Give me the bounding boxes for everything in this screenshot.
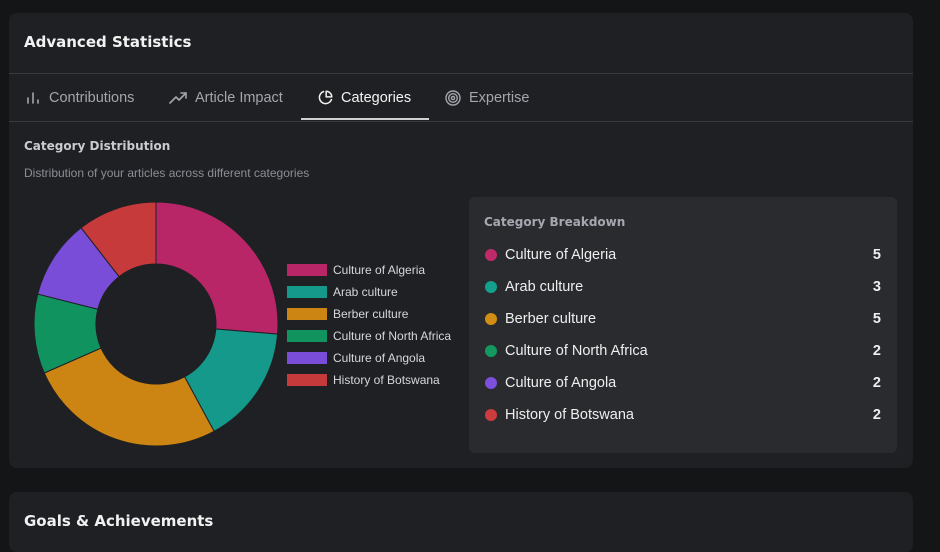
target-icon xyxy=(445,89,461,106)
breakdown-count: 5 xyxy=(872,247,881,263)
color-dot xyxy=(485,249,497,261)
breakdown-label: Culture of North Africa xyxy=(505,343,648,359)
breakdown-label: Arab culture xyxy=(505,279,584,295)
tab-label: Expertise xyxy=(469,89,530,106)
legend-item[interactable]: Culture of North Africa xyxy=(287,329,451,343)
donut-chart-svg: Culture of Algeria Arab culture Berber cul… xyxy=(33,201,451,447)
tab-contributions[interactable]: Contributions xyxy=(25,74,134,121)
tab-categories[interactable]: Categories xyxy=(317,74,411,121)
color-dot xyxy=(485,313,497,325)
active-tab-indicator xyxy=(301,118,429,120)
color-dot xyxy=(485,409,497,421)
breakdown-row: Culture of Algeria 5 xyxy=(485,245,881,265)
advanced-statistics-card: Advanced Statistics Contributions Articl… xyxy=(9,13,913,468)
stats-tabs: Contributions Article Impact Categories … xyxy=(9,73,913,122)
breakdown-title: Category Breakdown xyxy=(484,215,626,229)
legend-swatch xyxy=(287,308,327,320)
breakdown-label: Culture of Algeria xyxy=(505,247,617,263)
tab-label: Contributions xyxy=(49,89,135,106)
breakdown-row: History of Botswana 2 xyxy=(485,405,881,425)
category-donut-chart: Culture of Algeria Arab culture Berber cul… xyxy=(23,201,463,451)
donut-slice[interactable] xyxy=(155,201,279,335)
legend-label: Culture of Algeria xyxy=(333,263,425,277)
legend-label: Berber culture xyxy=(333,307,409,321)
legend-label: Culture of North Africa xyxy=(333,329,451,343)
breakdown-label: Culture of Angola xyxy=(505,375,617,391)
legend-item[interactable]: History of Botswana xyxy=(287,373,440,387)
section-title: Category Distribution xyxy=(24,139,171,153)
trending-up-icon xyxy=(169,90,187,106)
breakdown-count: 2 xyxy=(872,407,881,423)
card-title: Advanced Statistics xyxy=(24,33,192,51)
legend-swatch xyxy=(287,330,327,342)
legend-item[interactable]: Arab culture xyxy=(287,285,398,299)
legend-item[interactable]: Culture of Angola xyxy=(287,351,425,365)
breakdown-count: 5 xyxy=(872,311,881,327)
tab-expertise[interactable]: Expertise xyxy=(445,74,529,121)
legend-label: Culture of Angola xyxy=(333,351,425,365)
legend-swatch xyxy=(287,286,327,298)
legend-swatch xyxy=(287,264,327,276)
breakdown-label: History of Botswana xyxy=(505,407,634,423)
legend-swatch xyxy=(287,374,327,386)
breakdown-count: 2 xyxy=(872,375,881,391)
breakdown-row: Berber culture 5 xyxy=(485,309,881,329)
donut-slice[interactable] xyxy=(43,347,215,447)
breakdown-row: Arab culture 3 xyxy=(485,277,881,297)
color-dot xyxy=(485,377,497,389)
goals-achievements-card: Goals & Achievements xyxy=(9,492,913,552)
color-dot xyxy=(485,281,497,293)
legend-label: History of Botswana xyxy=(333,373,440,387)
tab-label: Article Impact xyxy=(195,89,283,106)
tab-article-impact[interactable]: Article Impact xyxy=(169,74,283,121)
breakdown-count: 2 xyxy=(872,343,881,359)
legend-label: Arab culture xyxy=(333,285,398,299)
legend-swatch xyxy=(287,352,327,364)
bar-chart-icon xyxy=(25,90,41,106)
pie-chart-icon xyxy=(317,90,333,106)
breakdown-row: Culture of North Africa 2 xyxy=(485,341,881,361)
legend-item[interactable]: Culture of Algeria xyxy=(287,263,425,277)
color-dot xyxy=(485,345,497,357)
breakdown-label: Berber culture xyxy=(505,311,597,327)
breakdown-row: Culture of Angola 2 xyxy=(485,373,881,393)
legend-item[interactable]: Berber culture xyxy=(287,307,409,321)
section-subtitle: Distribution of your articles across dif… xyxy=(24,166,310,180)
breakdown-count: 3 xyxy=(872,279,881,295)
card-title: Goals & Achievements xyxy=(24,512,214,530)
tab-label: Categories xyxy=(341,89,412,106)
category-breakdown-panel: Category Breakdown Culture of Algeria 5 … xyxy=(469,197,897,453)
